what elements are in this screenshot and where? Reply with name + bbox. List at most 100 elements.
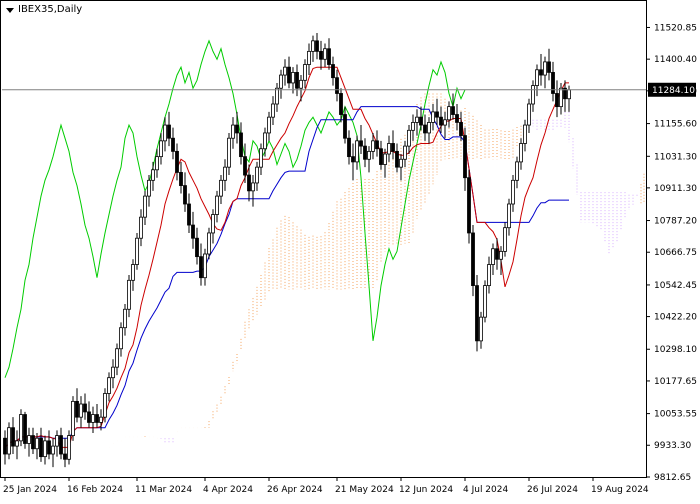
candle-body: [383, 153, 387, 165]
candle-body: [183, 185, 187, 205]
y-tick-label: 10666.75: [654, 248, 697, 258]
candle-body: [495, 248, 499, 260]
candle-body: [107, 377, 111, 394]
candle-body: [443, 119, 447, 126]
y-tick-label: 10298.10: [654, 345, 697, 355]
candle-body: [79, 403, 83, 418]
y-tick-label: 10787.20: [654, 217, 697, 227]
x-tick-label: 19 Aug 2024: [591, 485, 649, 495]
candle-body: [527, 103, 531, 126]
candle-body: [275, 87, 279, 105]
candle-body: [263, 132, 267, 150]
candle-body: [3, 437, 7, 455]
candle-body: [303, 64, 307, 81]
candle-body: [307, 50, 311, 65]
candle-body: [19, 414, 23, 442]
candle-body: [407, 129, 411, 147]
candle-body: [47, 440, 51, 455]
candle-body: [23, 414, 27, 444]
ichimoku-chart[interactable]: 11520.8511400.4011280.0011155.6011031.30…: [0, 0, 700, 500]
x-tick-label: 4 Jul 2024: [463, 485, 508, 495]
x-tick-label: 4 Apr 2024: [203, 485, 253, 495]
candle-body: [227, 137, 231, 168]
candle-body: [211, 214, 215, 234]
candle-body: [115, 348, 119, 368]
y-tick-label: 10053.55: [654, 410, 697, 420]
candle-body: [87, 411, 91, 423]
candle-body: [483, 285, 487, 318]
x-tick-label: 26 Jul 2024: [527, 485, 578, 495]
candle-body: [11, 427, 15, 447]
y-tick-label: 11520.85: [654, 23, 697, 33]
y-tick-label: 11031.30: [654, 152, 697, 162]
candle-body: [379, 148, 383, 165]
candle-body: [35, 437, 39, 450]
candle-body: [519, 143, 523, 163]
candle-body: [411, 122, 415, 131]
candle-body: [395, 150, 399, 168]
candle-body: [523, 124, 527, 144]
candle-body: [487, 264, 491, 286]
x-axis: 25 Jan 2024 16 Feb 2024 11 Mar 2024 4 Apr 2…: [3, 477, 649, 495]
candle-body: [179, 172, 183, 186]
candle-body: [299, 79, 303, 89]
candle-body: [223, 166, 227, 181]
candle-body: [207, 232, 211, 255]
candle-body: [259, 148, 263, 168]
candle-body: [363, 145, 367, 160]
candle-body: [271, 103, 275, 118]
candle-body: [431, 111, 435, 123]
y-tick-label: 10911.30: [654, 184, 697, 194]
candle-body: [327, 48, 331, 65]
candle-body: [171, 137, 175, 152]
candle-body: [135, 237, 139, 265]
candle-body: [119, 327, 123, 350]
candle-body: [351, 156, 355, 163]
y-tick-label: 10542.45: [654, 281, 697, 291]
current-price-label: 11284.10: [652, 86, 695, 96]
candle-body: [111, 366, 115, 379]
candle-body: [391, 143, 395, 152]
candle-body: [95, 414, 99, 423]
candle-body: [343, 114, 347, 139]
candle-body: [295, 72, 299, 89]
candle-body: [75, 400, 79, 418]
candle-body: [335, 77, 339, 94]
candle-body: [127, 279, 131, 310]
candle-body: [559, 87, 563, 108]
x-tick-label: 12 Jun 2024: [399, 485, 453, 495]
candle-body: [467, 177, 471, 234]
x-tick-label: 26 Apr 2024: [267, 485, 323, 495]
candle-body: [503, 227, 507, 252]
candle-body: [423, 124, 427, 134]
candle-body: [191, 224, 195, 239]
candle-body: [455, 114, 459, 123]
candle-body: [427, 122, 431, 134]
candle-body: [375, 140, 379, 150]
candle-body: [139, 216, 143, 239]
dropdown-triangle-icon[interactable]: [6, 7, 14, 13]
candle-body: [451, 106, 455, 115]
candle-body: [531, 85, 535, 105]
candle-body: [247, 174, 251, 192]
candle-body: [155, 156, 159, 171]
x-tick-label: 16 Feb 2024: [67, 485, 123, 495]
chart-title-bar[interactable]: IBEX35,Daily: [4, 3, 85, 16]
candle-body: [55, 435, 59, 447]
candle-body: [355, 140, 359, 163]
candle-body: [459, 122, 463, 136]
candle-body: [67, 435, 71, 460]
chart-title: IBEX35,Daily: [18, 4, 83, 15]
chart-canvas[interactable]: 11520.8511400.4011280.0011155.6011031.30…: [0, 0, 700, 500]
candle-body: [311, 40, 315, 52]
candle-body: [71, 400, 75, 436]
candle-body: [491, 248, 495, 265]
candle-body: [283, 66, 287, 76]
candle-body: [499, 250, 503, 260]
candle-body: [323, 48, 327, 60]
candle-body: [291, 72, 295, 84]
x-tick-label: 25 Jan 2024: [3, 485, 57, 495]
candle-body: [187, 203, 191, 226]
candle-body: [471, 232, 475, 286]
candle-body: [507, 203, 511, 229]
